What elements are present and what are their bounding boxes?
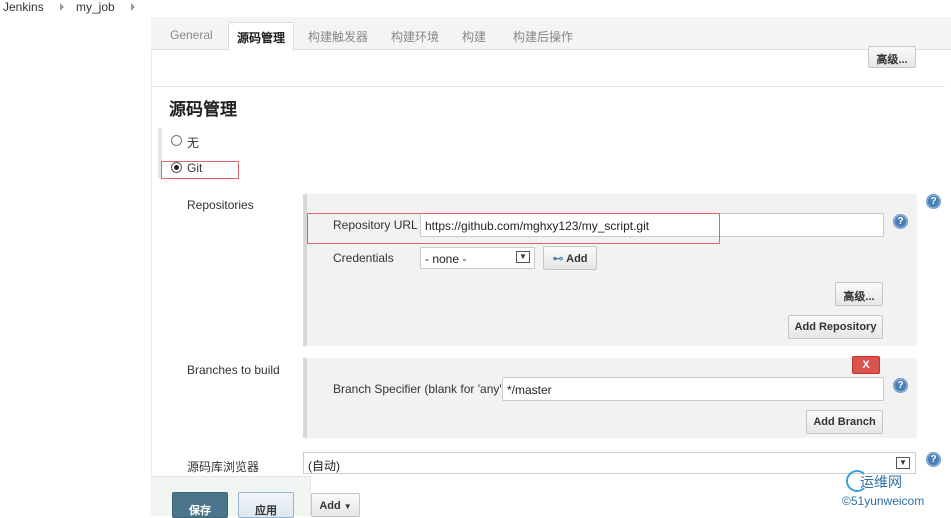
repo-advanced-button[interactable]: 高级... (835, 282, 883, 306)
git-highlight-box (161, 161, 239, 179)
add-branch-button[interactable]: Add Branch (806, 410, 883, 434)
breadcrumb: Jenkins my_job (0, 0, 951, 16)
watermark-site: ©51yunweicom (842, 494, 925, 508)
url-highlight-box (307, 213, 720, 244)
help-icon[interactable]: ? (893, 214, 908, 229)
help-icon[interactable]: ? (926, 194, 941, 209)
credentials-value: - none - (425, 252, 467, 266)
tab-post-build[interactable]: 构建后操作 (513, 28, 573, 45)
dropdown-arrow-icon: ▼ (343, 502, 352, 511)
watermark-brand: 运维网 (860, 474, 902, 490)
branch-specifier-input[interactable]: */master (502, 377, 884, 401)
credentials-label: Credentials (333, 251, 394, 265)
repositories-label: Repositories (187, 198, 254, 212)
repo-browser-label: 源码库浏览器 (187, 460, 260, 474)
section-divider (152, 86, 945, 87)
tab-bar: General 源码管理 构建触发器 构建环境 构建 构建后操作 (151, 17, 951, 51)
add-credentials-button[interactable]: ⊷ Add (543, 246, 597, 270)
repo-browser-value: (自动) (308, 459, 340, 473)
branches-label: Branches to build (187, 363, 280, 377)
breadcrumb-job[interactable]: my_job (76, 0, 115, 14)
key-icon: ⊷ (552, 253, 564, 265)
add-credentials-label: Add (566, 253, 588, 265)
breadcrumb-separator-icon[interactable] (131, 3, 135, 11)
advanced-button-top[interactable]: 高级... (868, 46, 916, 68)
tab-build[interactable]: 构建 (462, 28, 486, 45)
help-icon[interactable]: ? (893, 378, 908, 393)
breadcrumb-separator-icon (60, 3, 64, 11)
repo-browser-select[interactable]: (自动) (303, 452, 916, 474)
add-repository-button[interactable]: Add Repository (788, 315, 883, 339)
tab-general[interactable]: General (170, 28, 213, 42)
breadcrumb-jenkins[interactable]: Jenkins (3, 0, 44, 14)
scm-none-label: 无 (187, 136, 200, 150)
chevron-down-icon[interactable]: ▼ (896, 457, 910, 469)
apply-button[interactable]: 应用 (238, 492, 294, 518)
tab-scm[interactable]: 源码管理 (228, 22, 295, 51)
delete-branch-button[interactable]: X (852, 356, 880, 374)
scm-none-radio[interactable] (171, 135, 182, 146)
tab-environment[interactable]: 构建环境 (391, 28, 439, 45)
add-behaviour-button[interactable]: Add ▼ (311, 493, 360, 517)
save-button[interactable]: 保存 (172, 492, 228, 518)
section-title: 源码管理 (169, 100, 237, 119)
help-icon[interactable]: ? (926, 452, 941, 467)
chevron-down-icon[interactable]: ▼ (516, 251, 530, 263)
tab-triggers[interactable]: 构建触发器 (308, 28, 368, 45)
add-behaviour-label: Add (319, 500, 341, 512)
branch-specifier-label: Branch Specifier (blank for 'any') (333, 382, 506, 396)
